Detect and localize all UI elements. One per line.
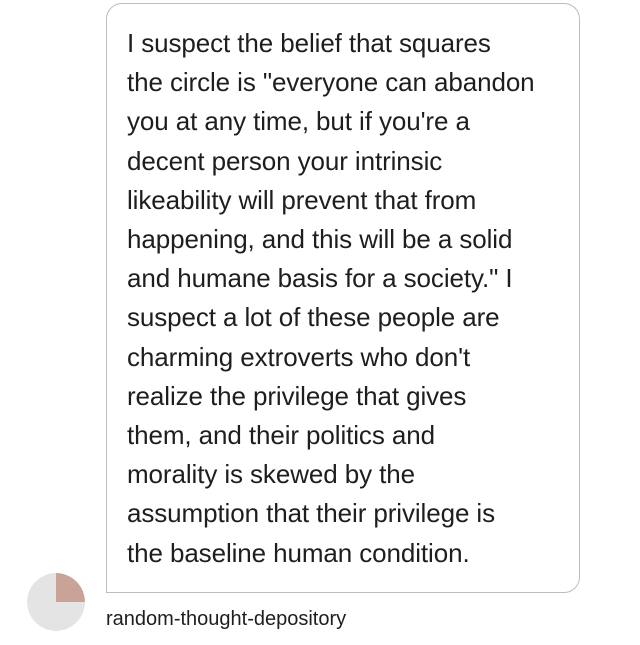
message-line: realize the privilege that gives xyxy=(127,380,467,411)
message-line: decent person your intrinsic xyxy=(127,145,443,176)
message-line: likeability will prevent that from xyxy=(127,184,477,215)
message-line: happening, and this will be a solid xyxy=(127,224,513,255)
avatar[interactable] xyxy=(27,573,85,631)
message-line: assumption that their privilege is xyxy=(127,498,496,529)
message-line: and humane basis for a society." I xyxy=(127,263,513,294)
message-line: I suspect the belief that squares xyxy=(127,28,491,58)
message-bubble: I suspect the belief that squares the ci… xyxy=(106,3,580,593)
avatar-image xyxy=(27,573,85,631)
message-line: the circle is "everyone can abandon xyxy=(127,67,535,98)
message-line: morality is skewed by the xyxy=(127,459,415,490)
message-line: charming extroverts who don't xyxy=(127,341,471,372)
message-line: suspect a lot of these people are xyxy=(127,302,500,333)
sender-username[interactable]: random-thought-depository xyxy=(106,607,346,631)
message-line: you at any time, but if you're a xyxy=(127,106,470,137)
message-line: them, and their politics and xyxy=(127,420,435,451)
message-text: I suspect the belief that squares the ci… xyxy=(127,24,567,573)
message-line: the baseline human condition. xyxy=(127,537,470,568)
